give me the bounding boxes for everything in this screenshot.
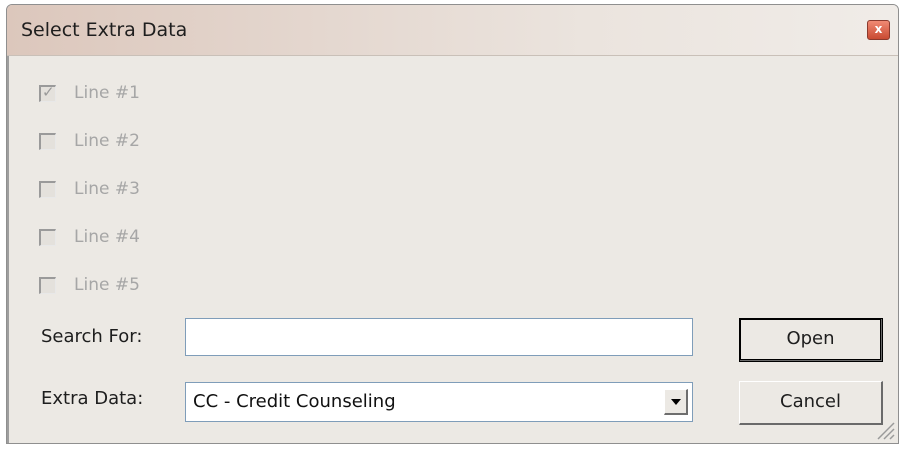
checkbox-box[interactable] xyxy=(39,181,56,198)
dropdown-button[interactable] xyxy=(664,389,688,415)
checkbox-label: Line #4 xyxy=(74,227,140,247)
checkmark-icon: ✓ xyxy=(42,83,55,101)
checkbox-box[interactable]: ✓ xyxy=(39,83,56,102)
checkbox-box[interactable] xyxy=(39,133,56,150)
close-button[interactable]: x xyxy=(867,20,890,40)
open-button[interactable]: Open xyxy=(739,318,883,362)
checkbox-label: Line #3 xyxy=(74,179,140,199)
dialog-body: ✓ Line #1 Line #2 Line #3 Line #4 Line #… xyxy=(7,56,898,443)
search-input[interactable] xyxy=(185,318,693,356)
select-extra-data-dialog: Select Extra Data x ✓ Line #1 Line #2 Li… xyxy=(6,4,899,444)
checkbox-label: Line #1 xyxy=(74,83,140,103)
extra-data-label: Extra Data: xyxy=(41,388,144,409)
resize-grip-icon[interactable] xyxy=(874,419,896,441)
checkbox-label: Line #2 xyxy=(74,131,140,151)
search-label: Search For: xyxy=(41,326,143,347)
extra-data-selected-value: CC - Credit Counseling xyxy=(193,391,396,412)
title-bar[interactable]: Select Extra Data x xyxy=(7,5,898,56)
checkbox-box[interactable] xyxy=(39,277,56,294)
close-icon: x xyxy=(874,22,883,36)
extra-data-dropdown[interactable]: CC - Credit Counseling xyxy=(185,382,693,422)
checkbox-label: Line #5 xyxy=(74,275,140,295)
dialog-title: Select Extra Data xyxy=(21,19,188,41)
checkbox-box[interactable] xyxy=(39,229,56,246)
chevron-down-icon xyxy=(671,399,681,405)
cancel-button[interactable]: Cancel xyxy=(739,381,883,425)
